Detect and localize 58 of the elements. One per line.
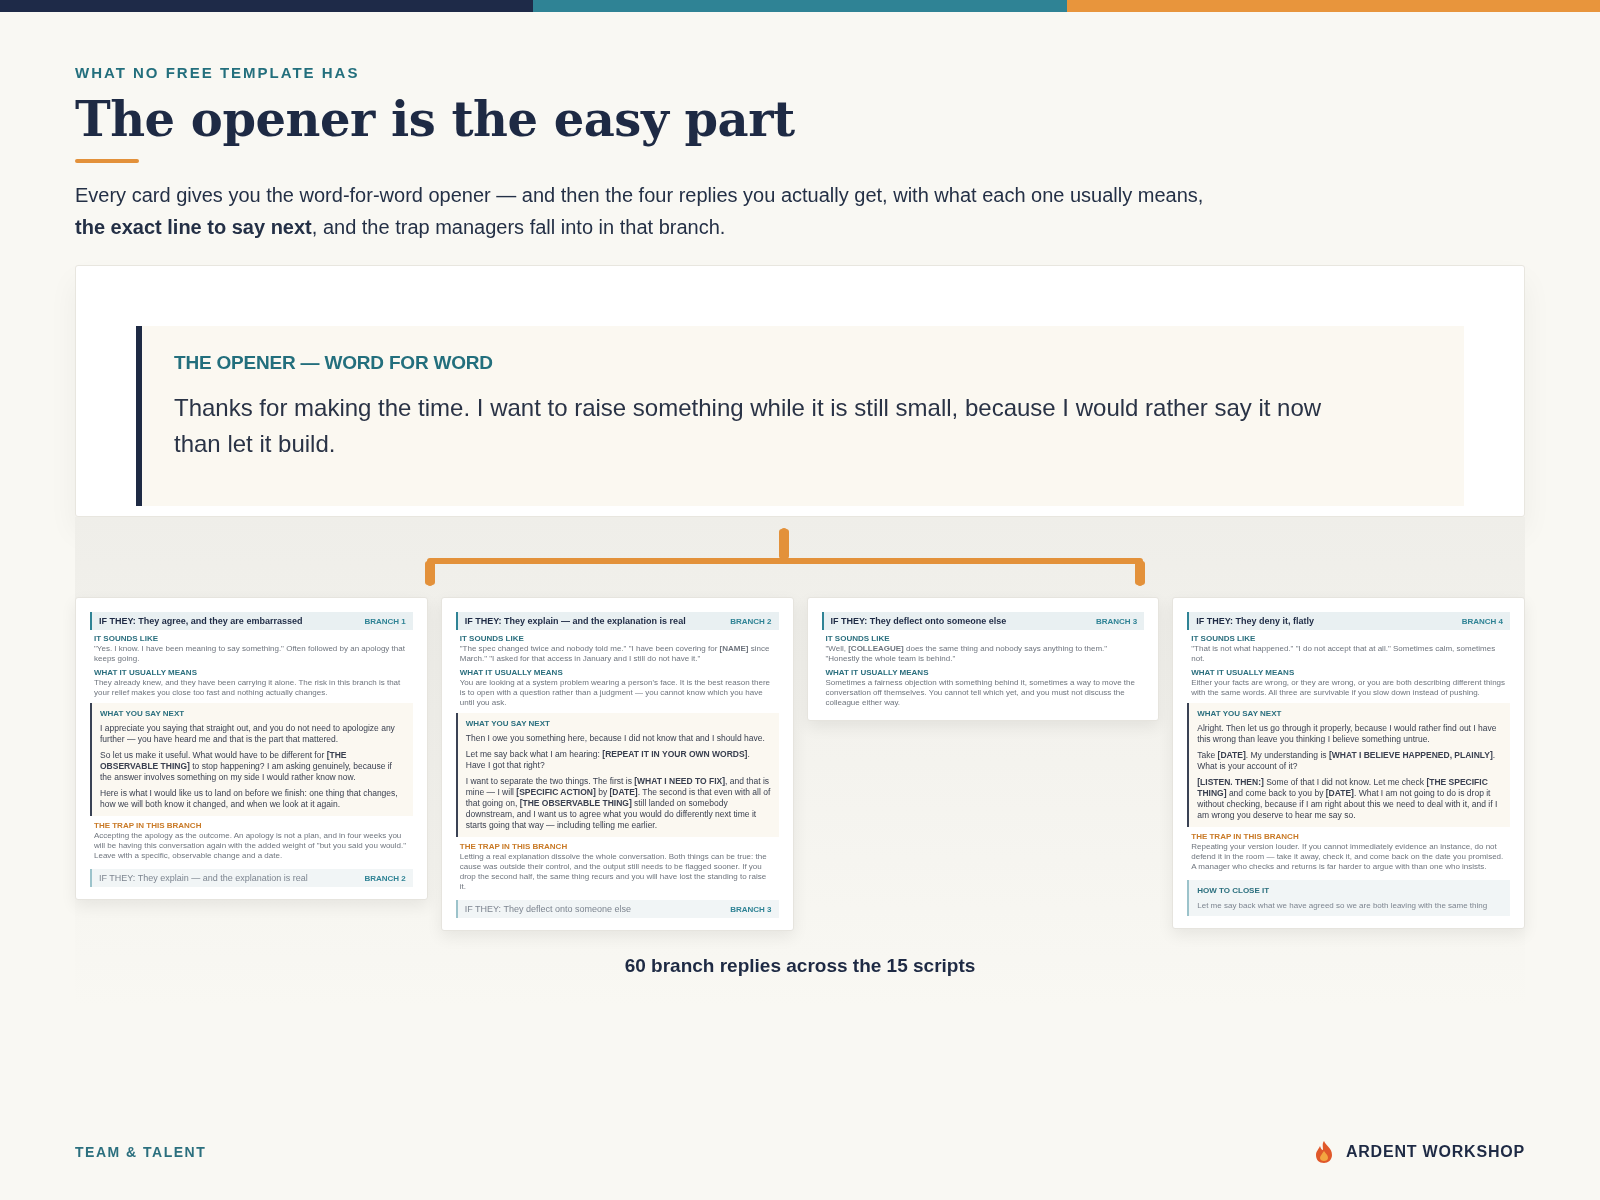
- sounds-like-text: "Well, [COLLEAGUE] does the same thing and nobody says anything to them." "Honestly the whole team is behind.": [825, 644, 1108, 663]
- means-label: WHAT IT USUALLY MEANS: [825, 668, 930, 678]
- branch-number: BRANCH 4: [1461, 616, 1503, 626]
- say-next-text: I want to separate the two things. The first is [WHAT I NEED TO FIX], and that is mine — I will [SPECIFIC ACTION] by [DATE]. The second is that even with all of that going on, [THE OBSERVABLE THING] still landed on somebody downstream, and I want us to agree what you would do differently next time it starts going that way — including telling me earlier.: [465, 776, 771, 831]
- sounds-like-text: "That is not what happened." "I do not accept that at all." Sometimes calm, sometimes not.: [1191, 644, 1496, 663]
- say-next-text: I appreciate you saying that straight out, and you do not need to apologize any further — you have heard me and that is the part that mattered.: [100, 723, 396, 745]
- branch-number: BRANCH 1: [364, 616, 406, 626]
- means-text: They already knew, and they have been carrying it alone. The risk in this branch is that your relief makes you close too fast and nothing actually changes.: [94, 678, 401, 697]
- trap-label: THE TRAP IN THIS BRANCH: [94, 821, 203, 831]
- branch-heading: IF THEY: They agree, and they are embarrassed: [99, 616, 303, 626]
- eyebrow-label: WHAT NO FREE TEMPLATE HAS: [75, 64, 360, 81]
- branch-number: BRANCH 2: [364, 873, 406, 883]
- close-label: HOW TO CLOSE IT: [1197, 886, 1271, 895]
- means-text: Either your facts are wrong, or they are wrong, or you are both describing different things with the same words. All three are survivable if you slow down instead of pushing.: [1191, 678, 1506, 697]
- means-label: WHAT IT USUALLY MEANS: [459, 668, 564, 678]
- trap-text: Letting a real explanation dissolve the whole conversation. Both things can be true: the cause was outside their control, and the output still needs to be flagged sooner. If you drop the second half, the same thing recurs and you will have lost the standing to raise it.: [459, 852, 767, 891]
- say-next-label: WHAT YOU SAY NEXT: [1197, 709, 1283, 718]
- say-next-text: Alright. Then let us go through it properly, because I would rather find out I have this wrong than leave you thinking I believe something untrue.: [1197, 723, 1498, 745]
- branch-heading: IF THEY: They deflect onto someone else: [830, 616, 1007, 626]
- flame-icon: [1313, 1140, 1334, 1164]
- say-next-text: Take [DATE]. My understanding is [WHAT I BELIEVE HAPPENED, PLAINLY]. What is your account of it?: [1197, 750, 1497, 772]
- say-next-text: Here is what I would like us to land on before we finish: one thing that changes, how we will both know it changed, and when we look at it again.: [100, 788, 399, 810]
- say-next-label: WHAT YOU SAY NEXT: [100, 709, 186, 718]
- means-label: WHAT IT USUALLY MEANS: [94, 668, 198, 678]
- close-text: Let me say back what we have agreed so we are both leaving with the same thing: [1197, 901, 1489, 910]
- branch-heading: IF THEY: They explain — and the explanation is real: [99, 873, 308, 883]
- trap-text: Accepting the apology as the outcome. An apology is not a plan, and in four weeks you will be having this conversation again with the added weight of "but you said you would." Leave with a specific, observable change and a date.: [94, 831, 407, 860]
- branch-heading: IF THEY: They deny it, flatly: [1196, 616, 1315, 626]
- page-title: The opener is the easy part: [75, 91, 795, 147]
- say-next-text: Let me say back what I am hearing: [REPEAT IT IN YOUR OWN WORDS]. Have I got that right?: [465, 749, 751, 771]
- brand-name: ARDENT WORKSHOP: [1345, 1143, 1525, 1161]
- sounds-like-label: IT SOUNDS LIKE: [459, 634, 525, 644]
- sounds-like-label: IT SOUNDS LIKE: [825, 634, 891, 644]
- say-next-text: [LISTEN. THEN:] Some of that I did not know. Let me check [THE SPECIFIC THING] and come back to you by [DATE]. What I am not going to do is drop it without checking, because if I am right about this we need to deal with it, and if I am wrong you deserve to hear me say so.: [1197, 777, 1499, 821]
- means-label: WHAT IT USUALLY MEANS: [1191, 668, 1296, 678]
- say-next-label: WHAT YOU SAY NEXT: [465, 719, 551, 728]
- trap-label: THE TRAP IN THIS BRANCH: [459, 842, 569, 852]
- opener-label: THE OPENER — WORD FOR WORD: [174, 352, 494, 374]
- branch-number: BRANCH 3: [1095, 616, 1138, 626]
- branch-heading: IF THEY: They deflect onto someone else: [464, 904, 631, 914]
- branch-number: BRANCH 3: [730, 904, 772, 914]
- trap-label: THE TRAP IN THIS BRANCH: [1191, 832, 1300, 842]
- means-text: Sometimes a fairness objection with something behind it, sometimes a way to move the conversation off themselves. You cannot tell which yet, and you must not discuss the colleague either way.: [825, 678, 1135, 707]
- sounds-like-text: "Yes. I know. I have been meaning to say something." Often followed by an apology that keeps going.: [94, 644, 405, 663]
- sounds-like-label: IT SOUNDS LIKE: [1191, 634, 1257, 644]
- branch-number: BRANCH 2: [730, 616, 772, 626]
- title-underline: [75, 159, 139, 163]
- branch-heading: IF THEY: They explain — and the explanation is real: [464, 616, 686, 626]
- intro-paragraph: Every card gives you the word-for-word opener — and then the four replies you actually get, with what each one usually means, the exact line to say next, and the trap managers fall into in that branch.: [75, 183, 1205, 240]
- footer-label: TEAM & TALENT: [75, 1144, 207, 1160]
- sounds-like-label: IT SOUNDS LIKE: [94, 634, 159, 644]
- say-next-text: So let us make it useful. What would have to be different for [THE OBSERVABLE THING] to stop happening? I am asking genuinely, because if the answer involves something on my side I would rather know now.: [100, 750, 393, 783]
- opener-text: Thanks for making the time. I want to raise something while it is still small, because I would rather say it now than let it build.: [174, 393, 1323, 459]
- say-next-text: Then I owe you something here, because I did not know that and I should have.: [465, 733, 766, 744]
- trap-text: Repeating your version louder. If you cannot immediately evidence an instance, do not defend it in the room — take it away, check it, and come back on the date you promised. A manager who checks and returns is far harder to argue with than one who insists.: [1191, 842, 1504, 871]
- means-text: You are looking at a system problem wearing a person's face. It is the best reason there is to open with a question rather than a judgment — you cannot know which you have until you ask.: [459, 678, 771, 707]
- caption: 60 branch replies across the 15 scripts: [623, 955, 977, 977]
- sounds-like-text: "The spec changed twice and nobody told me." "I have been covering for [NAME] since March." "I asked for that access in January and I still do not have it.": [459, 644, 770, 663]
